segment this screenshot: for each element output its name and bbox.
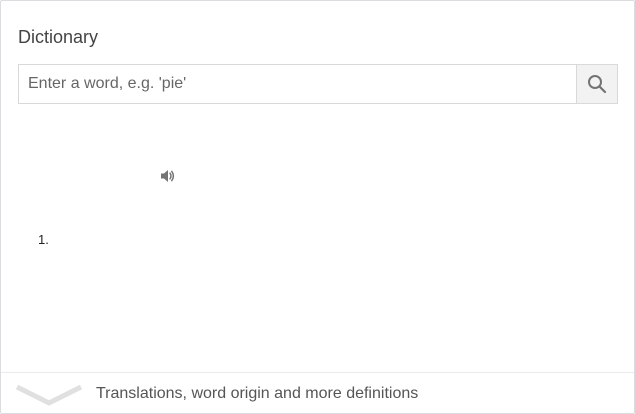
- more-definitions-toggle[interactable]: Translations, word origin and more defin…: [1, 372, 634, 413]
- search-icon: [587, 74, 607, 94]
- definition-number: 1.: [38, 232, 49, 247]
- search-box: [18, 64, 618, 104]
- more-definitions-label: Translations, word origin and more defin…: [96, 385, 419, 402]
- speaker-icon: [160, 168, 176, 184]
- widget-title: Dictionary: [18, 27, 99, 47]
- search-button[interactable]: [576, 65, 617, 103]
- dictionary-card: Dictionary 1. Translat: [0, 0, 635, 414]
- chevron-down-icon: [15, 383, 83, 407]
- pronunciation-audio-button[interactable]: [159, 167, 177, 185]
- search-input[interactable]: [19, 65, 576, 103]
